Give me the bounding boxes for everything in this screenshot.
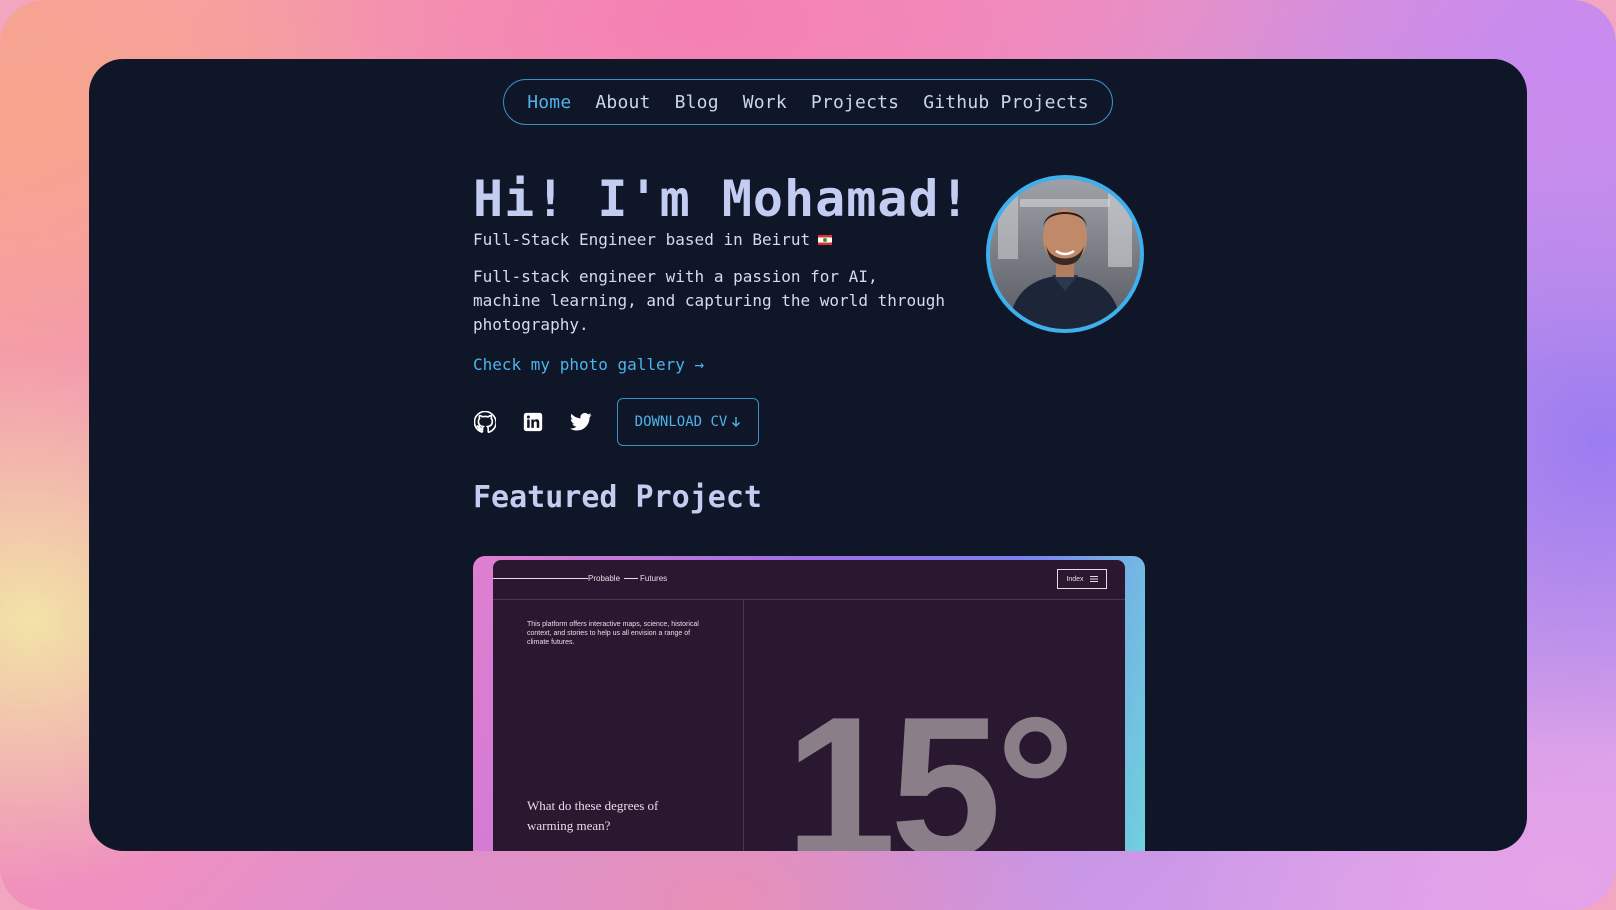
index-label: Index [1066,575,1084,583]
twitter-icon[interactable] [569,410,593,434]
nav-blog[interactable]: Blog [663,92,731,113]
preview-big-number: 15° [785,676,1075,852]
browser-window: Home About Blog Work Projects Github Pro… [89,59,1527,851]
menu-icon [1089,576,1098,582]
photo-gallery-link[interactable]: Check my photo gallery → [473,355,704,374]
hero-subtitle-text: Full-Stack Engineer based in Beirut [473,230,811,249]
featured-section-title: Featured Project [473,480,762,515]
project-preview: Probable Futures Index This platform off… [493,560,1125,851]
logo-right-text: Futures [640,574,668,583]
hero-actions: DOWNLOAD CV [473,398,1145,446]
nav-about[interactable]: About [583,92,662,113]
preview-header: Probable Futures Index [493,560,1125,600]
arrow-down-icon [732,417,741,427]
avatar [986,175,1144,333]
download-cv-label: DOWNLOAD CV [634,414,728,430]
featured-project-card[interactable]: Probable Futures Index This platform off… [473,556,1145,851]
preview-question: What do these degrees of warming mean? [527,798,659,833]
linkedin-icon[interactable] [521,410,545,434]
github-icon[interactable] [473,410,497,434]
nav-github-projects[interactable]: Github Projects [911,92,1101,113]
hero-description: Full-stack engineer with a passion for A… [473,267,946,334]
preview-divider [743,600,744,851]
lebanon-flag-icon [818,235,833,245]
logo-left-text: Probable [588,574,621,583]
top-nav: Home About Blog Work Projects Github Pro… [503,79,1113,125]
probable-futures-logo: Probable Futures [493,574,667,583]
preview-intro: This platform offers interactive maps, s… [527,621,699,646]
nav-work[interactable]: Work [731,92,799,113]
nav-home[interactable]: Home [515,92,583,113]
index-button: Index [1057,569,1107,589]
nav-projects[interactable]: Projects [799,92,911,113]
download-cv-button[interactable]: DOWNLOAD CV [617,398,759,446]
